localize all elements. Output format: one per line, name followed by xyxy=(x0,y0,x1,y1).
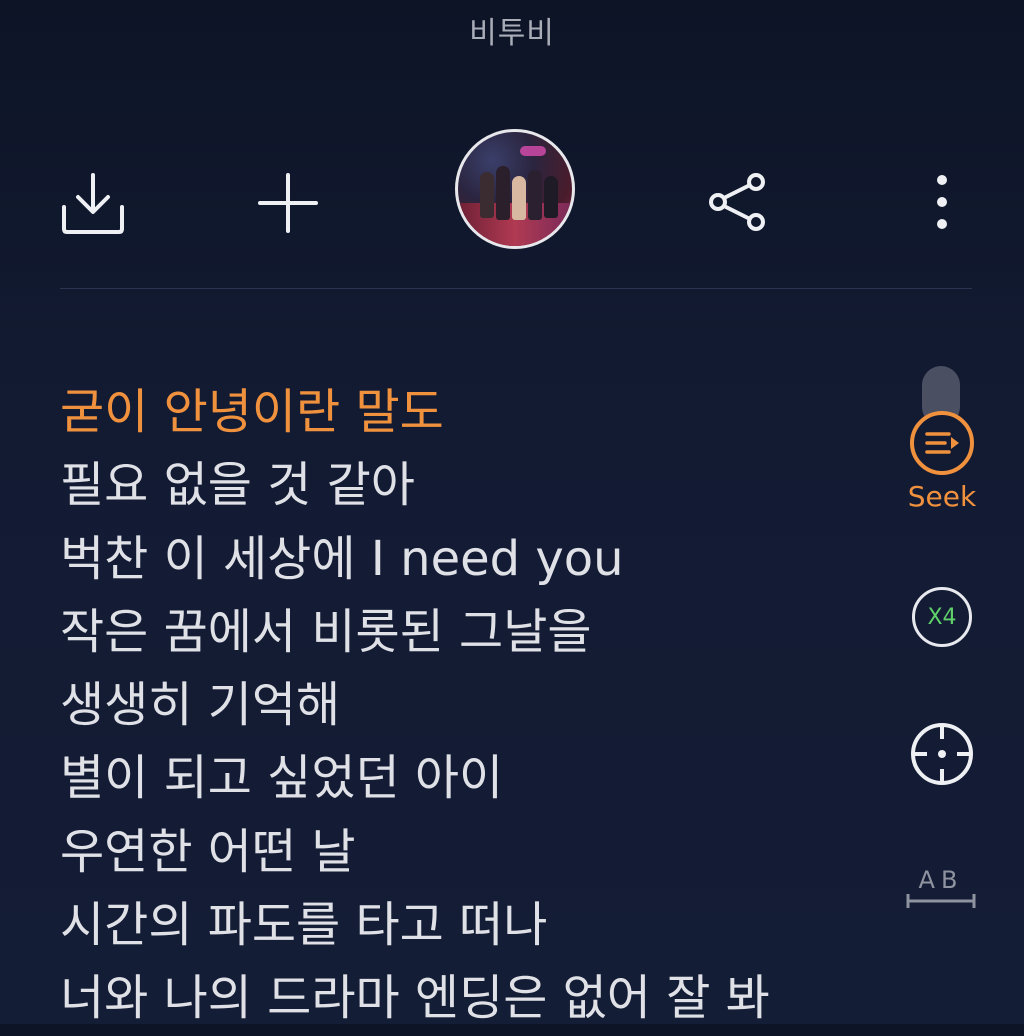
more-options-button[interactable] xyxy=(922,170,962,234)
more-vertical-icon xyxy=(937,175,947,229)
seek-icon xyxy=(910,411,974,475)
speed-circle: X4 xyxy=(912,587,972,647)
lyric-line-active[interactable]: 굳이 안녕이란 말도 xyxy=(60,376,890,449)
speed-button[interactable]: X4 xyxy=(900,587,984,647)
lyric-line[interactable]: 시간의 파도를 타고 떠나 xyxy=(60,889,890,962)
ab-repeat-button[interactable]: AB xyxy=(906,866,976,910)
lyric-line[interactable]: 필요 없을 것 같아 xyxy=(60,449,890,522)
plus-icon xyxy=(258,173,318,233)
share-button[interactable] xyxy=(706,170,770,234)
lyric-line[interactable]: 별이 되고 싶었던 아이 xyxy=(60,742,890,815)
share-icon xyxy=(709,173,765,231)
locate-button[interactable] xyxy=(900,721,984,787)
seek-button[interactable]: Seek xyxy=(900,410,984,513)
album-art[interactable] xyxy=(455,129,575,249)
lyric-line[interactable]: 생생히 기억해 xyxy=(60,669,890,742)
lyric-line[interactable]: 우연한 어떤 날 xyxy=(60,816,890,889)
add-to-playlist-button[interactable] xyxy=(255,170,321,236)
download-button[interactable] xyxy=(56,170,130,236)
divider xyxy=(60,288,972,289)
crosshair-icon xyxy=(911,723,973,785)
speed-label: X4 xyxy=(927,604,957,630)
lyric-line[interactable]: 작은 꿈에서 비롯된 그날을 xyxy=(60,596,890,669)
ab-range-icon xyxy=(906,894,976,908)
lyrics-panel[interactable]: 굳이 안녕이란 말도 필요 없을 것 같아 벅찬 이 세상에 I need yo… xyxy=(60,376,890,1036)
download-icon xyxy=(62,173,124,234)
lyric-line[interactable]: 벅찬 이 세상에 I need you xyxy=(60,523,890,596)
toolbar xyxy=(0,0,1024,290)
seek-label: Seek xyxy=(907,480,977,513)
lyric-line[interactable]: 너와 나의 드라마 엔딩은 없어 잘 봐 xyxy=(60,962,890,1035)
